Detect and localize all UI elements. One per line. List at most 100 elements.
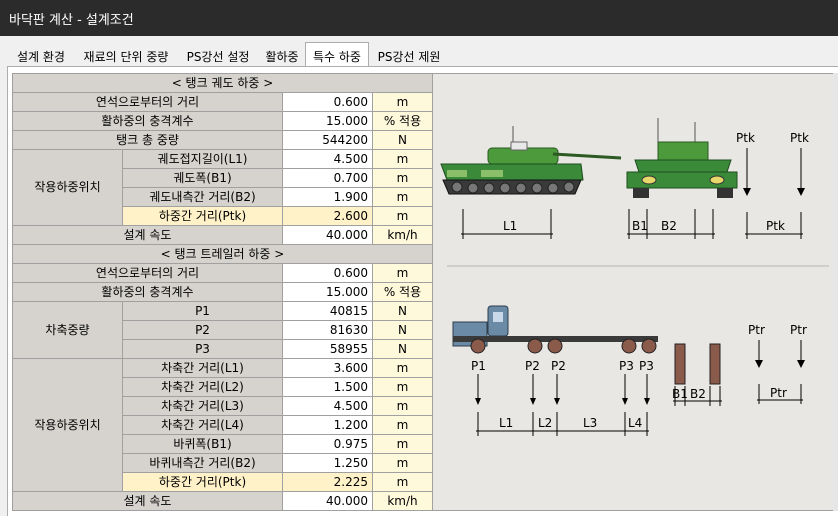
tank-track-length-label: 궤도접지길이(L1) (123, 150, 282, 168)
trailer-axle-spacing-l1-unit: m (373, 359, 432, 377)
tank-track-width-label: 궤도폭(B1) (123, 169, 282, 187)
trailer-axle-spacing-l2-unit: m (373, 378, 432, 396)
trailer-wheel-front-illustration: B1 B2 (672, 343, 722, 406)
trailer-axle-p1-label: P1 (123, 302, 282, 320)
trailer-p2a-label: P2 (525, 359, 540, 373)
tank-curb-distance-label: 연석으로부터의 거리 (13, 93, 282, 111)
trailer-axle-p1-unit: N (373, 302, 432, 320)
tank-impact-factor-unit: % 적용 (373, 112, 432, 130)
trailer-l3-label: L3 (583, 416, 597, 430)
trailer-p3a-label: P3 (619, 359, 634, 373)
tank-ptk-loads: Ptk Ptk Ptk (736, 131, 809, 239)
trailer-p3b-label: P3 (639, 359, 654, 373)
tank-ptk-load-right-label: Ptk (790, 131, 809, 145)
trailer-curb-distance-unit: m (373, 264, 432, 282)
tank-b2-label: B2 (661, 219, 677, 233)
trailer-b1-label: B1 (672, 387, 688, 401)
tank-track-header: < 탱크 궤도 하중 > (13, 74, 432, 92)
trailer-ptr-dim-label: Ptr (770, 386, 787, 400)
trailer-l1-label: L1 (499, 416, 513, 430)
tank-track-width-unit: m (373, 169, 432, 187)
trailer-axle-spacing-l4-input[interactable]: 1.200 (283, 416, 372, 434)
trailer-axle-p2-unit: N (373, 321, 432, 339)
tab-material-unit-weight[interactable]: 재료의 단위 중량 (76, 45, 176, 66)
window-title: 바닥판 계산 - 설계조건 (9, 13, 134, 28)
tab-ps-strand-spec[interactable]: PS강선 제원 (371, 45, 447, 66)
tab-ps-strand-setup[interactable]: PS강선 설정 (178, 45, 258, 66)
load-diagram-panel: L1 B1 B2 Ptk Ptk Ptk P1 P2 P2 P3 P3 L1 L… (433, 74, 833, 510)
trailer-wheel-width-label: 바퀴폭(B1) (123, 435, 282, 453)
tank-front-illustration (626, 118, 738, 198)
trailer-axle-spacing-l4-label: 차축간 거리(L4) (123, 416, 282, 434)
trailer-axle-spacing-l3-unit: m (373, 397, 432, 415)
trailer-l2-label: L2 (538, 416, 552, 430)
trailer-wheel-width-unit: m (373, 435, 432, 453)
tank-track-inner-distance-input[interactable]: 1.900 (283, 188, 372, 206)
trailer-design-speed-label: 설계 속도 (13, 492, 282, 510)
trailer-axle-spacing-l2-label: 차축간 거리(L2) (123, 378, 282, 396)
trailer-axle-spacing-l2-input[interactable]: 1.500 (283, 378, 372, 396)
tab-live-load[interactable]: 활하중 (260, 45, 304, 66)
load-diagram: L1 B1 B2 Ptk Ptk Ptk P1 P2 P2 P3 P3 L1 L… (440, 118, 829, 436)
tank-curb-distance-input[interactable]: 0.600 (283, 93, 372, 111)
trailer-ptr-load-right-label: Ptr (790, 323, 807, 337)
trailer-axle-spacing-l3-input[interactable]: 4.500 (283, 397, 372, 415)
tank-total-weight-label: 탱크 총 중량 (13, 131, 282, 149)
vertical-scrollbar[interactable] (833, 73, 838, 511)
trailer-l4-label: L4 (628, 416, 642, 430)
trailer-l-dimensions: L1 L2 L3 L4 (476, 412, 649, 436)
tank-load-spacing-unit: m (373, 207, 432, 225)
tank-side-illustration (440, 126, 622, 195)
trailer-axle-p1-input[interactable]: 40815 (283, 302, 372, 320)
tank-impact-factor-input[interactable]: 15.000 (283, 112, 372, 130)
trailer-load-position-group: 작용하중위치 (13, 359, 122, 491)
trailer-impact-factor-label: 활하중의 충격계수 (13, 283, 282, 301)
tank-total-weight-unit: N (373, 131, 432, 149)
trailer-axle-weight-group: 차축중량 (13, 302, 122, 358)
window-titlebar: 바닥판 계산 - 설계조건 (0, 0, 838, 36)
trailer-curb-distance-label: 연석으로부터의 거리 (13, 264, 282, 282)
tank-curb-distance-unit: m (373, 93, 432, 111)
tab-special-load[interactable]: 특수 하중 (305, 42, 369, 66)
tank-trailer-header: < 탱크 트레일러 하중 > (13, 245, 432, 263)
trailer-axle-spacing-l1-input[interactable]: 3.600 (283, 359, 372, 377)
tank-design-speed-input[interactable]: 40.000 (283, 226, 372, 244)
trailer-wheel-width-input[interactable]: 0.975 (283, 435, 372, 453)
tank-impact-factor-label: 활하중의 충격계수 (13, 112, 282, 130)
tank-l1-dimension: L1 (461, 209, 553, 239)
tab-design-env[interactable]: 설계 환경 (8, 45, 74, 66)
trailer-load-spacing-label: 하중간 거리(Ptk) (123, 473, 282, 491)
trailer-axle-spacing-l4-unit: m (373, 416, 432, 434)
trailer-axle-p3-input[interactable]: 58955 (283, 340, 372, 358)
trailer-design-speed-input[interactable]: 40.000 (283, 492, 372, 510)
trailer-curb-distance-input[interactable]: 0.600 (283, 264, 372, 282)
tank-total-weight-input[interactable]: 544200 (283, 131, 372, 149)
trailer-axle-p2-input[interactable]: 81630 (283, 321, 372, 339)
trailer-p1-label: P1 (471, 359, 486, 373)
tank-load-position-group: 작용하중위치 (13, 150, 122, 225)
trailer-axle-spacing-l1-label: 차축간 거리(L1) (123, 359, 282, 377)
trailer-ptr-loads: Ptr Ptr Ptr (748, 323, 807, 404)
trailer-b2-label: B2 (690, 387, 706, 401)
tank-l1-label: L1 (503, 219, 517, 233)
trailer-wheel-inner-distance-unit: m (373, 454, 432, 472)
tab-strip: 설계 환경 재료의 단위 중량 PS강선 설정 활하중 특수 하중 PS강선 제… (0, 36, 838, 66)
tank-b-dimensions: B1 B2 (627, 209, 715, 239)
trailer-axle-loads: P1 P2 P2 P3 P3 (471, 359, 654, 405)
trailer-axle-p3-label: P3 (123, 340, 282, 358)
trailer-wheel-inner-distance-input[interactable]: 1.250 (283, 454, 372, 472)
tank-b1-label: B1 (632, 219, 648, 233)
trailer-side-illustration (452, 305, 658, 354)
tank-track-width-input[interactable]: 0.700 (283, 169, 372, 187)
tank-track-length-input[interactable]: 4.500 (283, 150, 372, 168)
tank-load-spacing-input[interactable]: 2.600 (283, 207, 372, 225)
trailer-design-speed-unit: km/h (373, 492, 432, 510)
trailer-impact-factor-unit: % 적용 (373, 283, 432, 301)
trailer-wheel-inner-distance-label: 바퀴내측간 거리(B2) (123, 454, 282, 472)
trailer-axle-p2-label: P2 (123, 321, 282, 339)
trailer-load-spacing-input[interactable]: 2.225 (283, 473, 372, 491)
tank-ptk-load-left-label: Ptk (736, 131, 755, 145)
trailer-impact-factor-input[interactable]: 15.000 (283, 283, 372, 301)
trailer-axle-spacing-l3-label: 차축간 거리(L3) (123, 397, 282, 415)
tank-design-speed-label: 설계 속도 (13, 226, 282, 244)
